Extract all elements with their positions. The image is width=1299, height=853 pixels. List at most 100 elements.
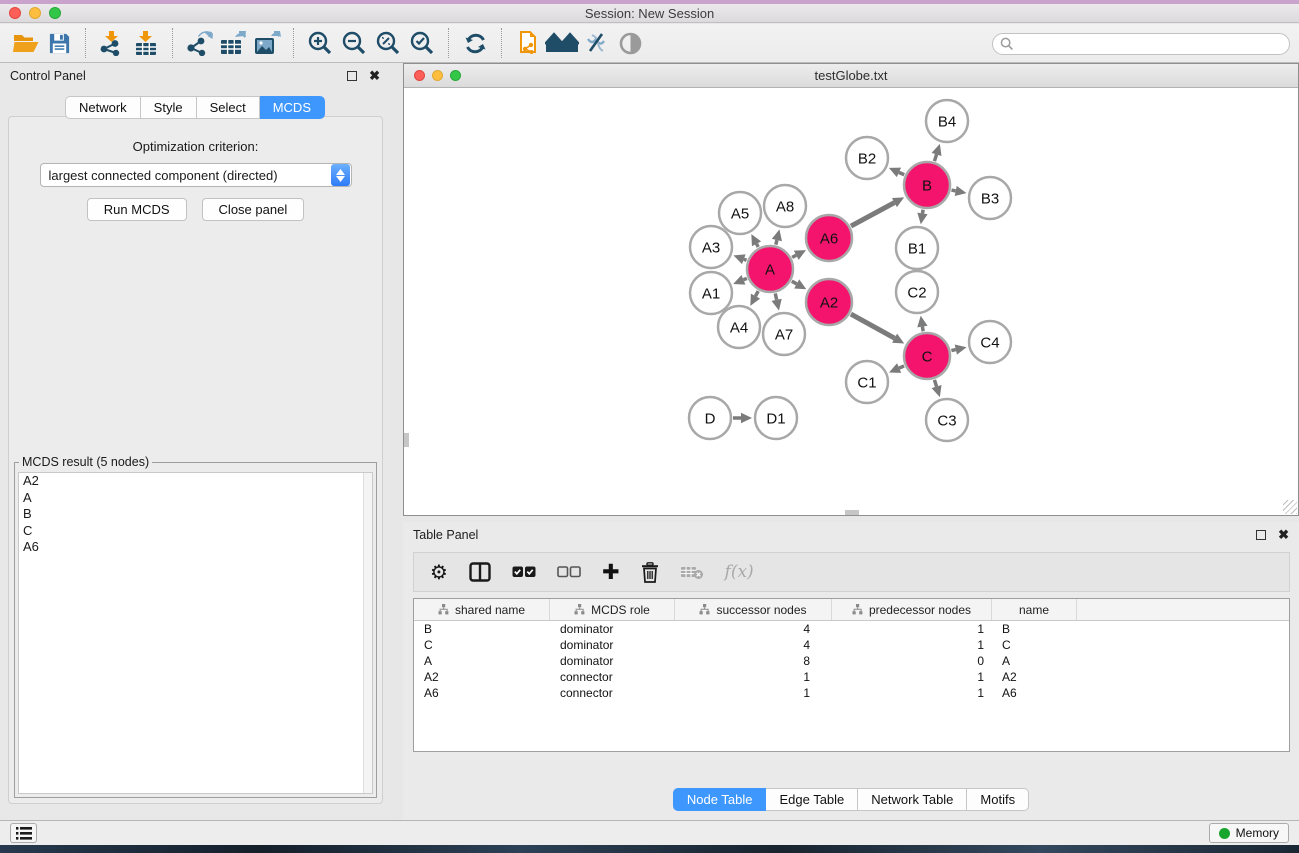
clone-network-button[interactable] <box>511 27 545 59</box>
table-cell[interactable]: A2 <box>414 670 550 684</box>
edge-A-A4[interactable] <box>755 291 758 296</box>
resize-grip[interactable] <box>1283 500 1297 514</box>
edge-C-C3[interactable] <box>934 380 936 387</box>
delete-table-button[interactable] <box>680 564 704 580</box>
table-cell[interactable]: C <box>414 638 550 652</box>
tab-network[interactable]: Network <box>65 96 141 119</box>
table-cell[interactable]: dominator <box>550 654 675 668</box>
delete-columns-button[interactable] <box>641 562 659 583</box>
edge-C-C2[interactable] <box>922 327 923 332</box>
show-graphics-details-button[interactable] <box>613 27 647 59</box>
open-session-button[interactable] <box>8 27 42 59</box>
table-cell[interactable]: dominator <box>550 638 675 652</box>
table-cell[interactable]: 8 <box>675 654 832 668</box>
table-row[interactable]: A6connector11A6 <box>414 685 1289 701</box>
mcds-result-item[interactable]: A <box>19 490 372 507</box>
table-cell[interactable]: 1 <box>832 686 992 700</box>
close-panel-icon[interactable]: ✖ <box>369 71 380 81</box>
table-cell[interactable]: A6 <box>992 686 1077 700</box>
tab-node-table[interactable]: Node Table <box>673 788 767 811</box>
save-session-button[interactable] <box>42 27 76 59</box>
mcds-result-item[interactable]: C <box>19 523 372 540</box>
table-cell[interactable]: A6 <box>414 686 550 700</box>
tab-edge-table[interactable]: Edge Table <box>766 788 858 811</box>
edge-C-C4[interactable] <box>951 350 955 351</box>
import-table-button[interactable] <box>129 27 163 59</box>
result-scrollbar[interactable] <box>363 473 372 793</box>
table-row[interactable]: A2connector11A2 <box>414 669 1289 685</box>
table-cell[interactable]: 1 <box>832 622 992 636</box>
tab-network-table[interactable]: Network Table <box>858 788 967 811</box>
mcds-result-item[interactable]: B <box>19 506 372 523</box>
edge-A2-C[interactable] <box>851 314 895 338</box>
select-all-columns-button[interactable] <box>512 566 536 578</box>
network-graph[interactable]: B4B2BB3A8A5A6A3B1AC2A1A2A4A7C4CC1C3DD1 <box>404 89 1298 515</box>
edge-A-A2[interactable] <box>792 281 797 284</box>
column-header[interactable]: name <box>992 599 1077 620</box>
close-panel-button[interactable]: Close panel <box>202 198 305 221</box>
table-cell[interactable]: 4 <box>675 622 832 636</box>
create-column-button[interactable]: ✚ <box>602 562 620 582</box>
mcds-result-item[interactable]: A2 <box>19 473 372 490</box>
table-cell[interactable]: B <box>992 622 1077 636</box>
mcds-result-list[interactable]: A2ABCA6 <box>18 472 373 794</box>
edge-A-A3[interactable] <box>744 259 747 260</box>
column-header[interactable]: predecessor nodes <box>832 599 992 620</box>
tab-mcds[interactable]: MCDS <box>260 96 325 119</box>
column-settings-button[interactable]: ⚙ <box>430 562 448 582</box>
edge-A-A5[interactable] <box>757 244 759 247</box>
network-canvas[interactable]: B4B2BB3A8A5A6A3B1AC2A1A2A4A7C4CC1C3DD1 <box>404 89 1298 515</box>
vertical-scroll-indicator[interactable] <box>404 433 409 447</box>
node-table[interactable]: shared nameMCDS rolesuccessor nodesprede… <box>413 598 1290 752</box>
split-table-button[interactable] <box>469 562 491 582</box>
horizontal-scroll-indicator[interactable] <box>845 510 859 515</box>
close-table-panel-icon[interactable]: ✖ <box>1278 530 1289 540</box>
table-cell[interactable]: C <box>992 638 1077 652</box>
edge-A-A1[interactable] <box>743 278 746 279</box>
hide-graphics-details-button[interactable] <box>579 27 613 59</box>
edge-A6-B[interactable] <box>851 203 894 227</box>
edge-B-B1[interactable] <box>922 210 923 214</box>
tab-select[interactable]: Select <box>197 96 260 119</box>
export-network-button[interactable] <box>182 27 216 59</box>
table-cell[interactable]: A <box>414 654 550 668</box>
zoom-in-button[interactable] <box>303 27 337 59</box>
edge-B-B2[interactable] <box>899 172 904 174</box>
tab-style[interactable]: Style <box>141 96 197 119</box>
float-table-panel-icon[interactable] <box>1256 530 1266 540</box>
function-builder-button[interactable]: f(x) <box>725 562 754 582</box>
table-cell[interactable]: A2 <box>992 670 1077 684</box>
table-cell[interactable]: 4 <box>675 638 832 652</box>
refresh-layout-button[interactable] <box>458 27 492 59</box>
table-cell[interactable]: 1 <box>832 638 992 652</box>
criterion-dropdown[interactable]: largest connected component (directed) <box>40 163 352 187</box>
table-cell[interactable]: A <box>992 654 1077 668</box>
float-panel-icon[interactable] <box>347 71 357 81</box>
edge-A-A7[interactable] <box>775 293 776 299</box>
import-network-button[interactable] <box>95 27 129 59</box>
edge-A-A6[interactable] <box>792 255 796 257</box>
zoom-out-button[interactable] <box>337 27 371 59</box>
mcds-result-item[interactable]: A6 <box>19 539 372 556</box>
network-window-titlebar[interactable]: testGlobe.txt <box>404 64 1298 88</box>
table-cell[interactable]: 1 <box>832 670 992 684</box>
zoom-selected-button[interactable] <box>405 27 439 59</box>
run-mcds-button[interactable]: Run MCDS <box>87 198 187 221</box>
table-cell[interactable]: 1 <box>675 670 832 684</box>
network-overview-button[interactable] <box>545 27 579 59</box>
tab-motifs[interactable]: Motifs <box>967 788 1029 811</box>
search-field[interactable] <box>992 33 1290 55</box>
table-cell[interactable]: connector <box>550 686 675 700</box>
table-cell[interactable]: 0 <box>832 654 992 668</box>
table-cell[interactable]: connector <box>550 670 675 684</box>
task-history-button[interactable] <box>10 823 37 843</box>
table-cell[interactable]: dominator <box>550 622 675 636</box>
unselect-all-columns-button[interactable] <box>557 566 581 578</box>
edge-A-A8[interactable] <box>776 240 777 245</box>
column-header[interactable]: shared name <box>414 599 550 620</box>
edge-C-C1[interactable] <box>899 366 904 368</box>
column-header[interactable]: successor nodes <box>675 599 832 620</box>
memory-button[interactable]: Memory <box>1209 823 1289 843</box>
table-row[interactable]: Bdominator41B <box>414 621 1289 637</box>
table-cell[interactable]: 1 <box>675 686 832 700</box>
